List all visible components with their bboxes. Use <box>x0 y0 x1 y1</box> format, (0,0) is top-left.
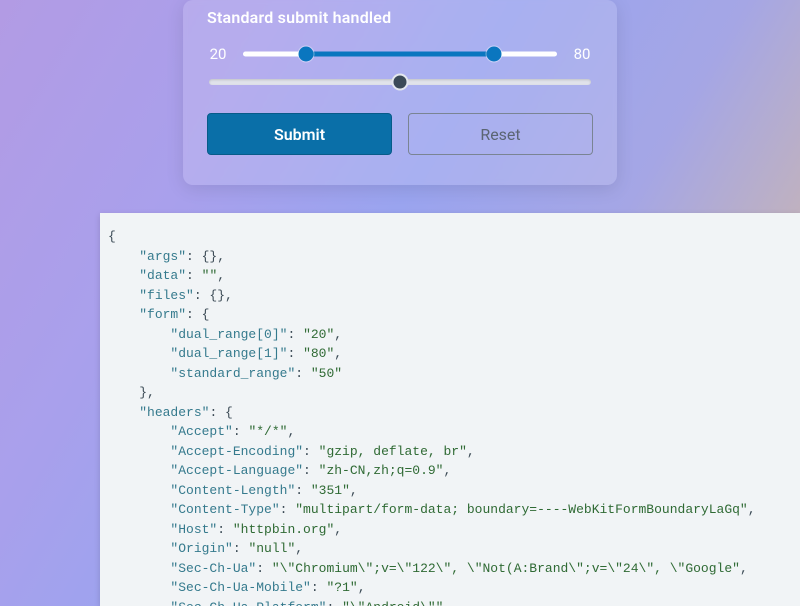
submit-button[interactable]: Submit <box>207 113 392 155</box>
dual-range-row: 20 80 <box>207 45 593 63</box>
form-card: Standard submit handled 20 80 Submit Res… <box>183 0 617 185</box>
card-title: Standard submit handled <box>207 8 593 27</box>
dual-range-slider[interactable] <box>243 46 557 62</box>
reset-button[interactable]: Reset <box>408 113 593 155</box>
dual-low-value: 20 <box>207 45 229 63</box>
dual-range-thumb-low[interactable] <box>298 47 313 62</box>
response-output: { "args": {}, "data": "", "files": {}, "… <box>100 213 800 606</box>
standard-range-slider[interactable] <box>209 73 591 91</box>
dual-range-thumb-high[interactable] <box>487 47 502 62</box>
button-row: Submit Reset <box>207 113 593 155</box>
standard-range-thumb[interactable] <box>392 74 409 91</box>
dual-high-value: 80 <box>571 45 593 63</box>
